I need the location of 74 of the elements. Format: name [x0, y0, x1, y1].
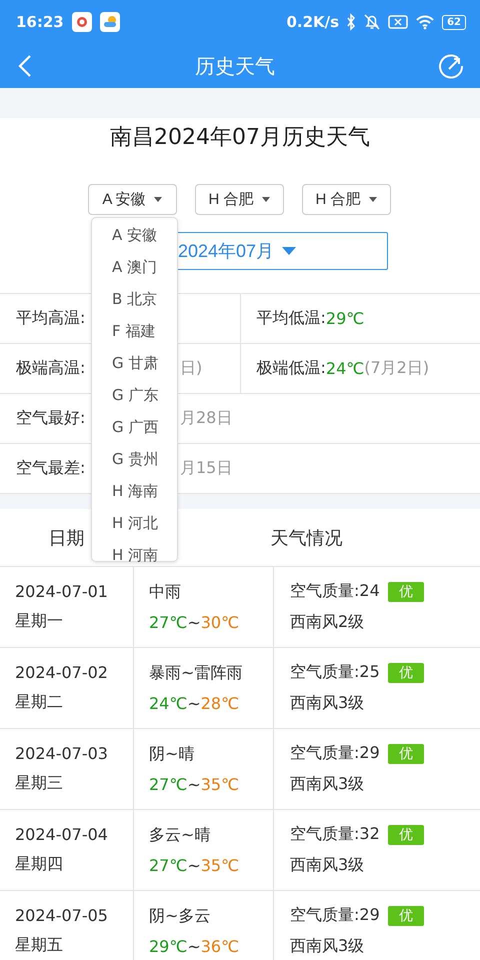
battery-level: 62 — [442, 14, 466, 30]
weather-text: 阴~晴 — [149, 744, 196, 765]
weather-app-icon — [100, 12, 120, 32]
wind-text: 西南风3级 — [290, 774, 366, 795]
wind-text: 西南风2级 — [290, 612, 366, 633]
wind-text: 西南风3级 — [290, 693, 366, 714]
weather-text: 暴雨~雷阵雨 — [149, 663, 244, 684]
weather-text: 中雨 — [149, 582, 182, 603]
app-icon — [72, 12, 92, 32]
page-title: 历史天气 — [195, 52, 275, 80]
weather-text: 阴~多云 — [149, 906, 212, 927]
wifi-icon — [415, 14, 436, 30]
wind-text: 西南风3级 — [290, 936, 366, 957]
air-quality-text: 空气质量:25 — [290, 662, 380, 683]
date-text: 2024-07-03 — [15, 744, 109, 763]
air-grade-badge: 优 — [388, 582, 424, 602]
weekday-text: 星期一 — [15, 611, 64, 632]
column-header: 日期 — [48, 526, 86, 550]
air-grade-badge: 优 — [388, 744, 424, 764]
menu-item[interactable]: B 北京 — [92, 283, 177, 315]
menu-item[interactable]: H 海南 — [92, 475, 177, 507]
weekday-text: 星期五 — [15, 935, 64, 956]
stat-label: 平均低温: — [256, 308, 326, 329]
report-heading: 南昌2024年07月历史天气 — [109, 124, 371, 152]
air-quality-text: 空气质量:29 — [290, 905, 380, 926]
menu-item[interactable]: G 广西 — [92, 411, 177, 443]
stat-label: 空气最差: — [16, 458, 86, 479]
column-header: 天气情况 — [270, 526, 344, 550]
menu-item[interactable]: H 河北 — [92, 507, 177, 539]
menu-item[interactable]: F 福建 — [92, 315, 177, 347]
bell-off-icon — [363, 13, 382, 31]
air-grade-badge: 优 — [388, 906, 424, 926]
air-quality-text: 空气质量:29 — [290, 743, 380, 764]
date-text: 2024-07-05 — [15, 906, 109, 925]
temperature-range: 29℃~36℃ — [149, 937, 240, 956]
stat-note: (7月2日) — [364, 358, 430, 379]
back-icon[interactable] — [18, 54, 32, 78]
menu-item[interactable]: H 河南 — [92, 539, 177, 571]
dropdown-select[interactable]: H 合肥 — [194, 184, 284, 215]
wind-text: 西南风3级 — [290, 855, 366, 876]
date-text: 2024-07-02 — [15, 663, 109, 682]
air-grade-badge: 优 — [388, 824, 424, 844]
stat-note: 月15日 — [180, 458, 234, 479]
temperature-range: 27℃~35℃ — [149, 775, 240, 794]
stat-note: 日) — [180, 358, 204, 379]
date-text: 2024-07-04 — [15, 825, 109, 844]
menu-item[interactable]: G 贵州 — [92, 443, 177, 475]
air-quality-text: 空气质量:24 — [290, 581, 380, 602]
dropdown-select[interactable]: H 合肥 — [302, 184, 390, 215]
stat-label: 空气最好: — [16, 408, 86, 429]
stat-label: 极端高温: — [16, 358, 86, 379]
weekday-text: 星期四 — [15, 854, 64, 875]
menu-item[interactable]: G 广东 — [92, 379, 177, 411]
network-speed: 0.2K/s — [286, 13, 340, 31]
stat-value: 24℃ — [326, 359, 364, 378]
date-text: 2024-07-01 — [15, 582, 109, 601]
stat-note: 月28日 — [180, 408, 234, 429]
temperature-range: 27℃~35℃ — [149, 856, 240, 875]
weather-text: 多云~晴 — [149, 825, 212, 846]
stat-label: 极端低温: — [256, 358, 326, 379]
stat-label: 平均高温: — [16, 308, 86, 329]
air-quality-text: 空气质量:32 — [290, 824, 380, 845]
weekday-text: 星期三 — [15, 773, 64, 794]
menu-item[interactable]: G 甘肃 — [92, 347, 177, 379]
temperature-range: 27℃~30℃ — [149, 613, 240, 632]
status-time: 16:23 — [16, 13, 64, 31]
refresh-icon[interactable] — [438, 53, 464, 79]
weekday-text: 星期二 — [15, 692, 64, 713]
dropdown-select[interactable]: A 安徽 — [88, 184, 176, 215]
air-grade-badge: 优 — [388, 662, 424, 682]
sim-card-x-icon — [388, 14, 408, 30]
stat-value: 29℃ — [326, 309, 364, 328]
bluetooth-icon — [346, 13, 356, 31]
temperature-range: 24℃~28℃ — [149, 694, 240, 713]
